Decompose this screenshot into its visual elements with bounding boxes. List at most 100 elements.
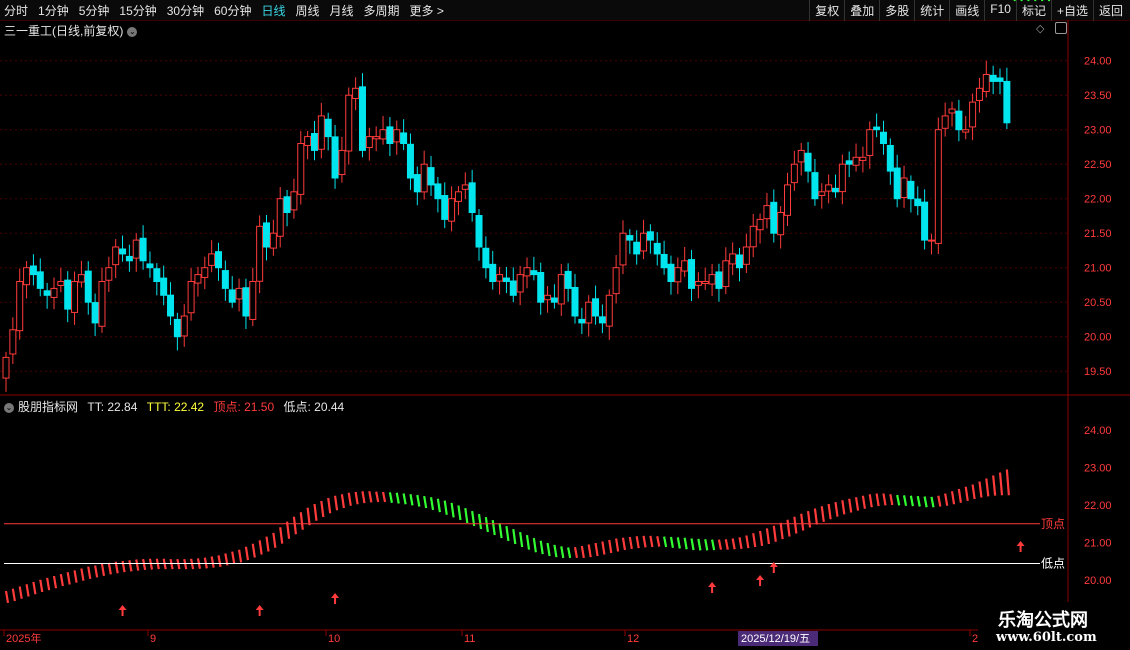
candle-body-74 (509, 280, 517, 296)
band-segment-1 (11, 588, 16, 602)
band-segment-50 (347, 492, 352, 506)
band-segment-94 (649, 535, 654, 548)
candle-body-5 (36, 271, 44, 289)
band-segment-26 (183, 558, 188, 570)
candle-body-103 (708, 274, 716, 285)
candle-body-17 (119, 248, 127, 255)
band-segment-74 (512, 528, 517, 545)
candle-body-48 (331, 136, 339, 179)
candle-body-3 (23, 267, 31, 286)
candle-body-101 (694, 281, 702, 286)
band-segment-71 (491, 519, 496, 536)
band-segment-136 (937, 495, 942, 507)
band-segment-34 (237, 549, 243, 563)
candle-body-138 (948, 108, 956, 114)
candle-body-44 (304, 136, 312, 146)
band-segment-142 (978, 481, 983, 498)
band-segment-89 (615, 538, 620, 552)
candle-body-143 (982, 74, 990, 93)
band-segment-30 (210, 556, 215, 568)
candle-body-8 (57, 281, 65, 286)
band-segment-131 (902, 495, 908, 506)
band-segment-122 (841, 500, 846, 515)
band-segment-42 (292, 516, 298, 535)
candle-body-126 (866, 129, 874, 156)
candle-body-25 (173, 318, 181, 338)
y-tick-main-1: 20.00 (1084, 332, 1112, 344)
candle-body-33 (228, 289, 236, 303)
candle-body-27 (187, 281, 195, 314)
candle-body-88 (605, 294, 613, 327)
band-segment-39 (272, 532, 277, 548)
band-segment-73 (505, 525, 510, 542)
candle-body-46 (317, 115, 325, 150)
candle-body-100 (688, 259, 696, 289)
candle-body-29 (201, 267, 209, 278)
band-segment-11 (80, 568, 85, 581)
candle-body-83 (571, 286, 579, 317)
signal-arrow-1 (255, 605, 264, 616)
candle-body-86 (592, 298, 600, 317)
candle-body-81 (557, 274, 565, 305)
band-segment-61 (423, 495, 428, 509)
candle-body-47 (324, 118, 332, 138)
band-segment-92 (635, 536, 640, 549)
signal-arrow-0 (118, 605, 127, 616)
chart-canvas[interactable]: 19.50 20.00 20.50 21.00 21.50 22.00 22.50 23.00… (0, 0, 1130, 650)
candle-body-130 (893, 167, 901, 200)
candle-body-89 (612, 267, 620, 295)
band-segment-69 (477, 513, 483, 530)
band-segment-10 (73, 570, 78, 583)
band-segment-113 (779, 522, 784, 540)
candle-body-60 (413, 174, 421, 193)
candle-body-139 (955, 110, 963, 131)
band-segment-134 (923, 496, 928, 508)
candle-body-136 (934, 129, 942, 244)
candle-body-124 (852, 156, 860, 166)
band-segment-5 (39, 579, 44, 593)
candle-body-4 (29, 265, 37, 276)
band-segment-38 (265, 536, 270, 552)
band-segment-62 (429, 497, 435, 511)
band-segment-58 (402, 493, 407, 505)
candle-body-125 (859, 156, 867, 161)
candle-body-9 (64, 279, 72, 310)
candle-body-145 (996, 77, 1004, 82)
candle-body-77 (530, 270, 538, 276)
band-segment-107 (738, 537, 743, 550)
band-segment-140 (964, 486, 969, 502)
cursor-date: 2025/12/19/五 (741, 633, 810, 645)
y-tick-main-6: 22.50 (1084, 159, 1112, 171)
band-segment-12 (87, 566, 92, 580)
x-label-3: 11 (464, 633, 475, 645)
candle-body-50 (345, 94, 353, 152)
band-segment-24 (169, 558, 174, 570)
candle-body-62 (427, 167, 435, 186)
band-segment-135 (930, 496, 935, 508)
band-segment-138 (950, 491, 956, 505)
candle-body-142 (975, 87, 983, 101)
band-segment-9 (66, 572, 71, 585)
band-segment-132 (909, 495, 914, 507)
y-tick-main-3: 21.00 (1084, 263, 1112, 275)
y-tick-ind-0: 20.00 (1084, 575, 1112, 587)
candle-body-94 (646, 231, 654, 241)
y-tick-main-9: 24.00 (1084, 56, 1112, 68)
candle-body-70 (482, 247, 490, 269)
band-segment-104 (717, 539, 723, 550)
candle-body-116 (797, 149, 805, 163)
candle-body-82 (564, 270, 572, 289)
band-segment-15 (107, 562, 112, 575)
band-segment-78 (539, 540, 544, 555)
candle-body-132 (907, 180, 915, 200)
candle-body-87 (598, 316, 606, 324)
band-segment-72 (498, 522, 503, 539)
candle-body-105 (722, 260, 730, 288)
band-segment-125 (861, 495, 866, 509)
band-segment-91 (628, 536, 633, 550)
band-segment-88 (608, 539, 613, 554)
candle-body-32 (221, 270, 229, 289)
candle-body-114 (784, 184, 791, 216)
band-segment-54 (375, 491, 380, 503)
band-segment-25 (176, 558, 181, 570)
